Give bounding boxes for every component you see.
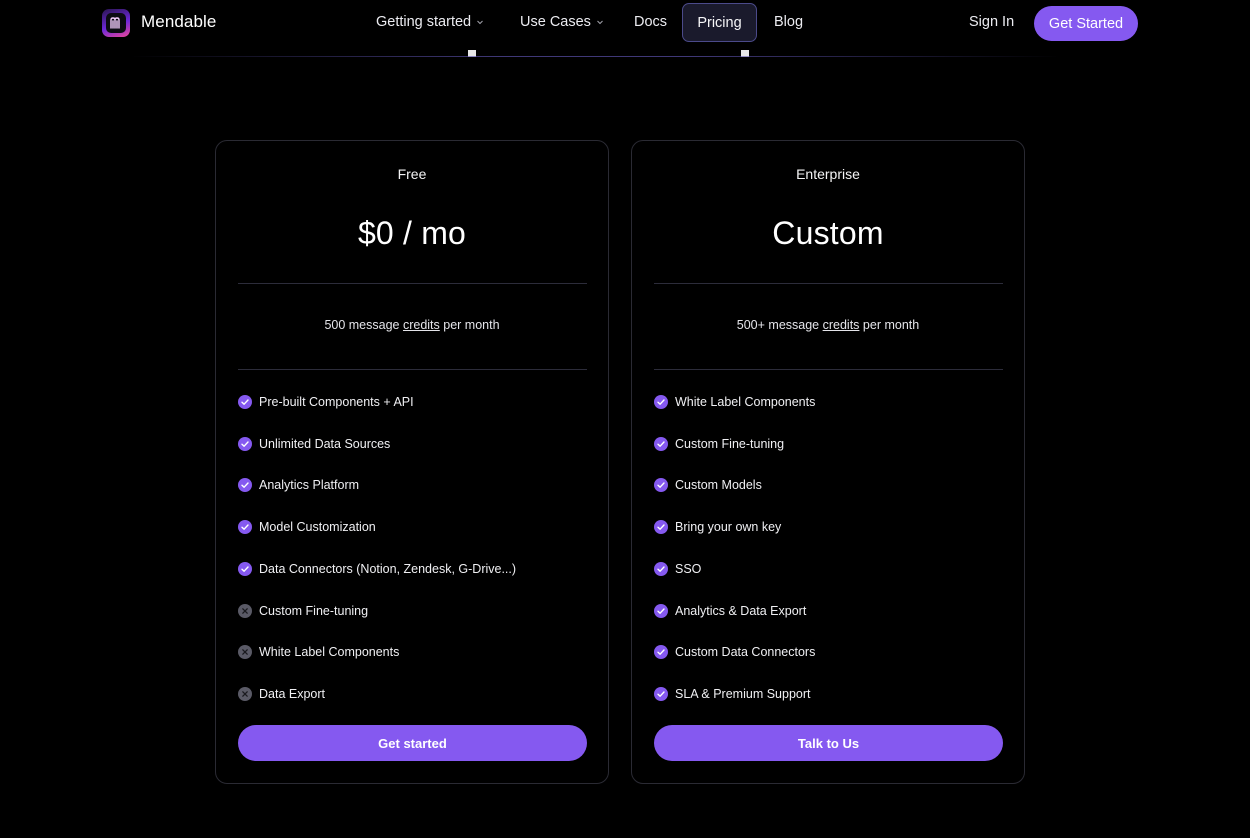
nav-pricing-label: Pricing — [697, 14, 742, 31]
feature-label: Unlimited Data Sources — [259, 436, 391, 451]
pricing-card-enterprise: Enterprise Custom 500+ message credits p… — [631, 140, 1025, 784]
feature-label: SSO — [675, 561, 702, 576]
feature-item: Bring your own key — [654, 518, 781, 536]
nav-use-cases-label: Use Cases — [520, 14, 591, 30]
check-circle-icon — [238, 561, 252, 576]
plan-name: Enterprise — [796, 166, 860, 182]
divider — [654, 283, 1003, 284]
feature-item: Model Customization — [238, 518, 376, 536]
credits-line: 500 message credits per month — [216, 318, 608, 332]
feature-item: White Label Components — [238, 643, 399, 661]
divider — [238, 369, 587, 370]
feature-item: SSO — [654, 560, 701, 578]
credits-suffix: per month — [859, 318, 920, 332]
feature-label: Analytics & Data Export — [675, 603, 807, 618]
feature-label: Model Customization — [259, 520, 376, 535]
feature-item: White Label Components — [654, 393, 815, 411]
check-circle-icon — [238, 395, 252, 409]
talk-to-us-button[interactable]: Talk to Us — [654, 725, 1003, 761]
get-started-button[interactable]: Get started — [238, 725, 587, 761]
chevron-down-icon — [477, 20, 483, 25]
feature-label: Custom Data Connectors — [675, 645, 816, 660]
brand-name[interactable]: Mendable — [141, 12, 216, 32]
feature-item: Data Connectors (Notion, Zendesk, G-Driv… — [238, 560, 516, 578]
mendable-logo[interactable] — [102, 9, 130, 37]
check-circle-icon — [654, 478, 668, 493]
credits-line: 500+ message credits per month — [632, 318, 1024, 332]
feature-label: White Label Components — [259, 645, 400, 660]
get-started-button-header[interactable]: Get Started — [1034, 6, 1138, 41]
nav-docs[interactable]: Docs — [634, 14, 667, 30]
feature-label: Custom Fine-tuning — [259, 603, 369, 618]
nav-blog-label: Blog — [774, 14, 804, 30]
feature-label: Pre-built Components + API — [259, 395, 414, 409]
credits-link[interactable]: credits — [403, 318, 440, 332]
nav-getting-started[interactable]: Getting started — [376, 14, 485, 30]
feature-label: Analytics Platform — [259, 478, 360, 493]
plan-price: Custom — [772, 215, 884, 251]
feature-label: Data Connectors (Notion, Zendesk, G-Driv… — [259, 561, 517, 576]
divider — [654, 369, 1003, 370]
pricing-card-free: Free $0 / mo 500 message credits per mon… — [215, 140, 609, 784]
credits-suffix: per month — [439, 318, 500, 332]
feature-item: Custom Models — [654, 476, 762, 494]
check-circle-icon — [654, 645, 668, 660]
check-circle-icon — [654, 395, 668, 409]
feature-item: Analytics & Data Export — [654, 602, 806, 620]
feature-label: Data Export — [259, 686, 326, 701]
navbar-divider — [130, 56, 1060, 57]
check-circle-icon — [238, 436, 252, 451]
check-circle-icon — [238, 478, 252, 493]
logo-mark-icon — [106, 13, 126, 33]
feature-label: Custom Fine-tuning — [675, 436, 785, 451]
check-circle-icon — [654, 436, 668, 451]
feature-label: Custom Models — [675, 478, 762, 493]
top-navbar: Mendable Getting started Use Cases Docs … — [0, 0, 1250, 46]
credits-prefix: 500 message — [324, 318, 403, 332]
feature-item: Custom Fine-tuning — [238, 602, 368, 620]
feature-item: Data Export — [238, 685, 325, 703]
nav-pricing-active[interactable]: Pricing — [682, 3, 757, 42]
nav-blog[interactable]: Blog — [774, 14, 803, 30]
check-circle-icon — [654, 561, 668, 576]
feature-item: Analytics Platform — [238, 476, 359, 494]
feature-label: SLA & Premium Support — [675, 686, 811, 701]
sign-in-link[interactable]: Sign In — [969, 14, 1014, 30]
chevron-down-icon — [597, 20, 603, 25]
nav-docs-label: Docs — [634, 14, 668, 30]
check-circle-icon — [654, 686, 668, 701]
feature-item: Custom Fine-tuning — [654, 435, 784, 453]
nav-getting-started-label: Getting started — [376, 14, 472, 30]
feature-label: Bring your own key — [675, 520, 782, 535]
credits-link[interactable]: credits — [823, 318, 860, 332]
feature-label: White Label Components — [675, 395, 816, 409]
x-circle-icon — [238, 603, 252, 618]
feature-item: SLA & Premium Support — [654, 685, 810, 703]
check-circle-icon — [654, 603, 668, 618]
feature-item: Unlimited Data Sources — [238, 435, 390, 453]
check-circle-icon — [238, 520, 252, 535]
feature-item: Pre-built Components + API — [238, 393, 414, 411]
feature-item: Custom Data Connectors — [654, 643, 815, 661]
check-circle-icon — [654, 520, 668, 535]
divider — [238, 283, 587, 284]
nav-use-cases[interactable]: Use Cases — [520, 14, 605, 30]
plan-price: $0 / mo — [357, 215, 467, 251]
credits-prefix: 500+ message — [736, 318, 823, 332]
x-circle-icon — [238, 686, 252, 701]
x-circle-icon — [238, 645, 252, 660]
plan-name: Free — [397, 166, 427, 182]
